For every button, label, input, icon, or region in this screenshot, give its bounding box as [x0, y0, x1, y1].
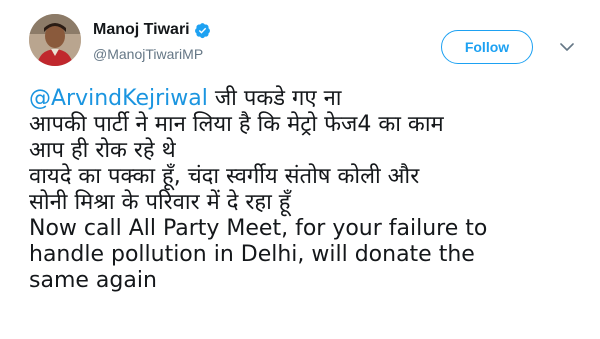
tweet-line: Now call All Party Meet, for your failur…	[29, 216, 488, 241]
tweet-line: same again	[29, 268, 157, 293]
tweet-line: सोनी मिश्रा के परिवार में दे रहा हूँ	[29, 190, 291, 215]
follow-button[interactable]: Follow	[441, 30, 533, 64]
avatar[interactable]	[29, 14, 81, 66]
tweet-text: @ArvindKejriwal जी पकडे गए ना आपकी पार्ट…	[29, 86, 589, 294]
tweet-line: वायदे का पक्का हूँ, चंदा स्वर्गीय संतोष …	[29, 164, 420, 189]
verified-badge-icon	[194, 22, 211, 39]
author-name[interactable]: Manoj Tiwari	[93, 21, 190, 39]
author-handle[interactable]: @ManojTiwariMP	[93, 46, 203, 62]
tweet-line: आपकी पार्टी ने मान लिया है कि मेट्रो फेज…	[29, 112, 444, 137]
mention-link[interactable]: @ArvindKejriwal	[29, 86, 208, 111]
author-name-row: Manoj Tiwari	[93, 21, 211, 39]
chevron-down-icon[interactable]	[559, 40, 575, 54]
tweet-line: @ArvindKejriwal जी पकडे गए ना	[29, 86, 589, 112]
tweet-line: आप ही रोक रहे थे	[29, 138, 176, 163]
avatar-photo-icon	[29, 14, 81, 66]
tweet-line: handle pollution in Delhi, will donate t…	[29, 242, 475, 267]
tweet-card: Manoj Tiwari @ManojTiwariMP Follow @Arvi…	[0, 0, 600, 339]
tweet-line-text: जी पकडे गए ना	[207, 86, 342, 111]
